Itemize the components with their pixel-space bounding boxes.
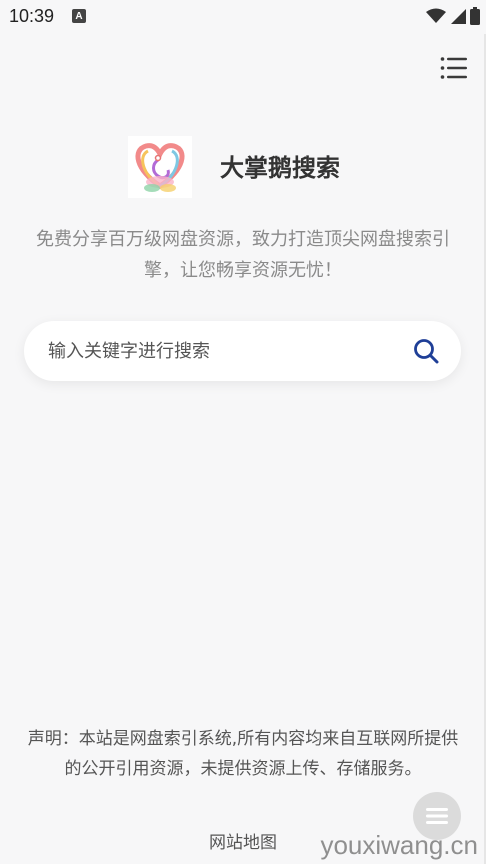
menu-button[interactable] bbox=[440, 56, 468, 80]
swan-heart-logo[interactable] bbox=[128, 136, 192, 198]
disclaimer-text: 声明：本站是网盘索引系统,所有内容均来自互联网所提供的公开引用资源，未提供资源上… bbox=[27, 729, 459, 779]
search-button[interactable] bbox=[413, 338, 439, 364]
wifi-icon bbox=[426, 8, 446, 23]
watermark-text: youxiwang.cn bbox=[320, 830, 478, 860]
status-time: 10:39 bbox=[9, 6, 55, 26]
notification-icon: A bbox=[72, 9, 86, 23]
signal-icon bbox=[451, 9, 466, 24]
list-icon bbox=[426, 808, 448, 824]
hamburger-menu-icon bbox=[440, 57, 467, 79]
search-input[interactable] bbox=[48, 321, 408, 381]
search-box bbox=[24, 321, 461, 381]
system-icons bbox=[426, 7, 480, 25]
tagline: 免费分享百万级网盘资源，致力打造顶尖网盘搜索引擎，让您畅享资源无忧！ bbox=[36, 229, 450, 281]
search-icon bbox=[414, 339, 439, 364]
status-bar: 10:39 A bbox=[0, 0, 486, 34]
battery-icon bbox=[470, 7, 480, 25]
brand-title: 大掌鹅搜索 bbox=[220, 154, 340, 182]
